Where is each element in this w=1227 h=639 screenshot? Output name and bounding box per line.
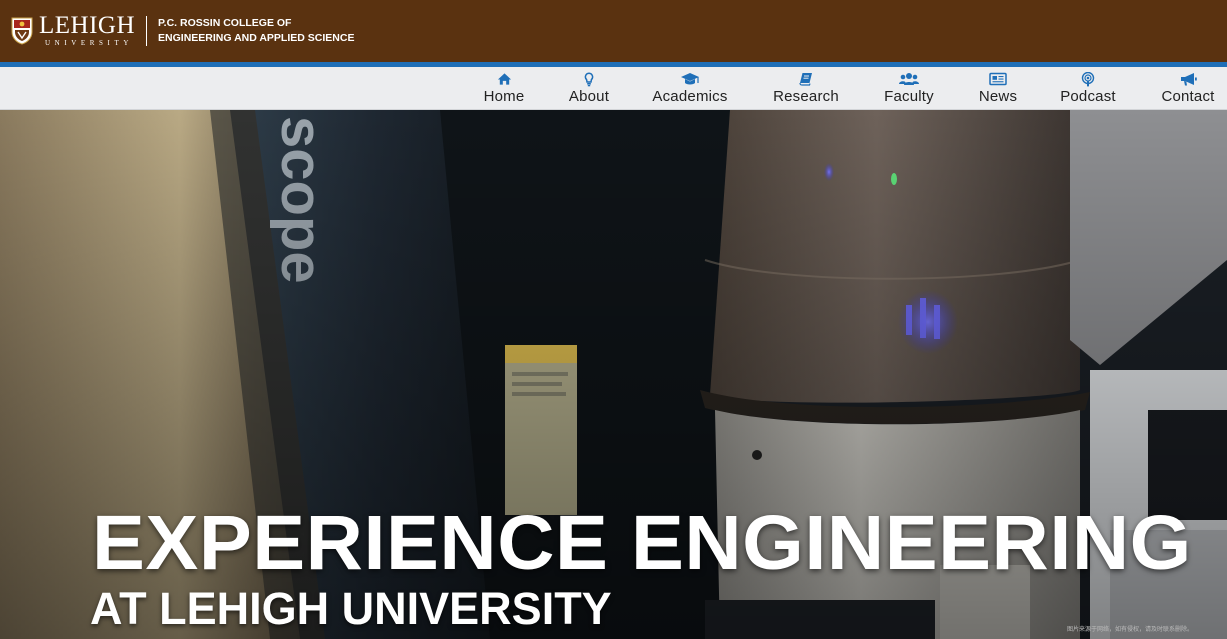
nav-item-home[interactable]: Home — [476, 67, 532, 109]
nav-item-podcast[interactable]: Podcast — [1053, 67, 1123, 109]
nav-item-podcast-label: Podcast — [1060, 88, 1116, 105]
nav-item-news[interactable]: News — [972, 67, 1024, 109]
hero-banner: scope EXPERIENCE ENGINEERING AT LEHIGH U… — [0, 110, 1227, 639]
lightbulb-icon — [584, 70, 594, 88]
lehigh-shield-icon — [11, 17, 33, 45]
users-icon — [899, 70, 919, 88]
nav-item-news-label: News — [978, 88, 1018, 105]
graduation-cap-icon — [680, 70, 700, 88]
logo-wordmark: LEHIGH — [39, 12, 136, 39]
image-credit: 图片来源于网络，如有侵权，请及时联系删除。 — [1067, 627, 1194, 633]
top-header: LEHIGH UNIVERSITY P.C. ROSSIN COLLEGE OF… — [0, 0, 1227, 62]
nav-item-about[interactable]: About — [561, 67, 617, 109]
college-name-line1: P.C. ROSSIN COLLEGE OF — [158, 17, 292, 29]
nav-item-research-label: Research — [773, 88, 839, 105]
main-nav: Home About Academics Research Faculty Ne… — [0, 67, 1227, 110]
newspaper-icon — [989, 70, 1007, 88]
nav-item-academics-label: Academics — [652, 88, 728, 105]
hero-subheadline: AT LEHIGH UNIVERSITY — [90, 583, 612, 634]
nav-item-academics[interactable]: Academics — [645, 67, 735, 109]
college-name[interactable]: P.C. ROSSIN COLLEGE OF ENGINEERING AND A… — [158, 16, 354, 46]
nav-item-contact[interactable]: Contact — [1155, 67, 1221, 109]
lehigh-logo[interactable]: LEHIGH UNIVERSITY — [11, 0, 135, 62]
nav-item-faculty[interactable]: Faculty — [877, 67, 941, 109]
nav-item-contact-label: Contact — [1161, 88, 1215, 105]
nav-item-about-label: About — [568, 88, 610, 105]
logo-subtext: UNIVERSITY — [45, 39, 134, 47]
nav-item-home-label: Home — [483, 88, 525, 105]
book-icon — [799, 70, 813, 88]
college-name-line2: ENGINEERING AND APPLIED SCIENCE — [158, 32, 355, 44]
home-icon — [497, 70, 512, 88]
bullhorn-icon — [1180, 70, 1197, 88]
nav-item-faculty-label: Faculty — [884, 88, 934, 105]
hero-headline: EXPERIENCE ENGINEERING — [92, 500, 1192, 586]
nav-item-research[interactable]: Research — [766, 67, 846, 109]
header-divider — [146, 16, 148, 46]
podcast-icon — [1081, 70, 1095, 88]
